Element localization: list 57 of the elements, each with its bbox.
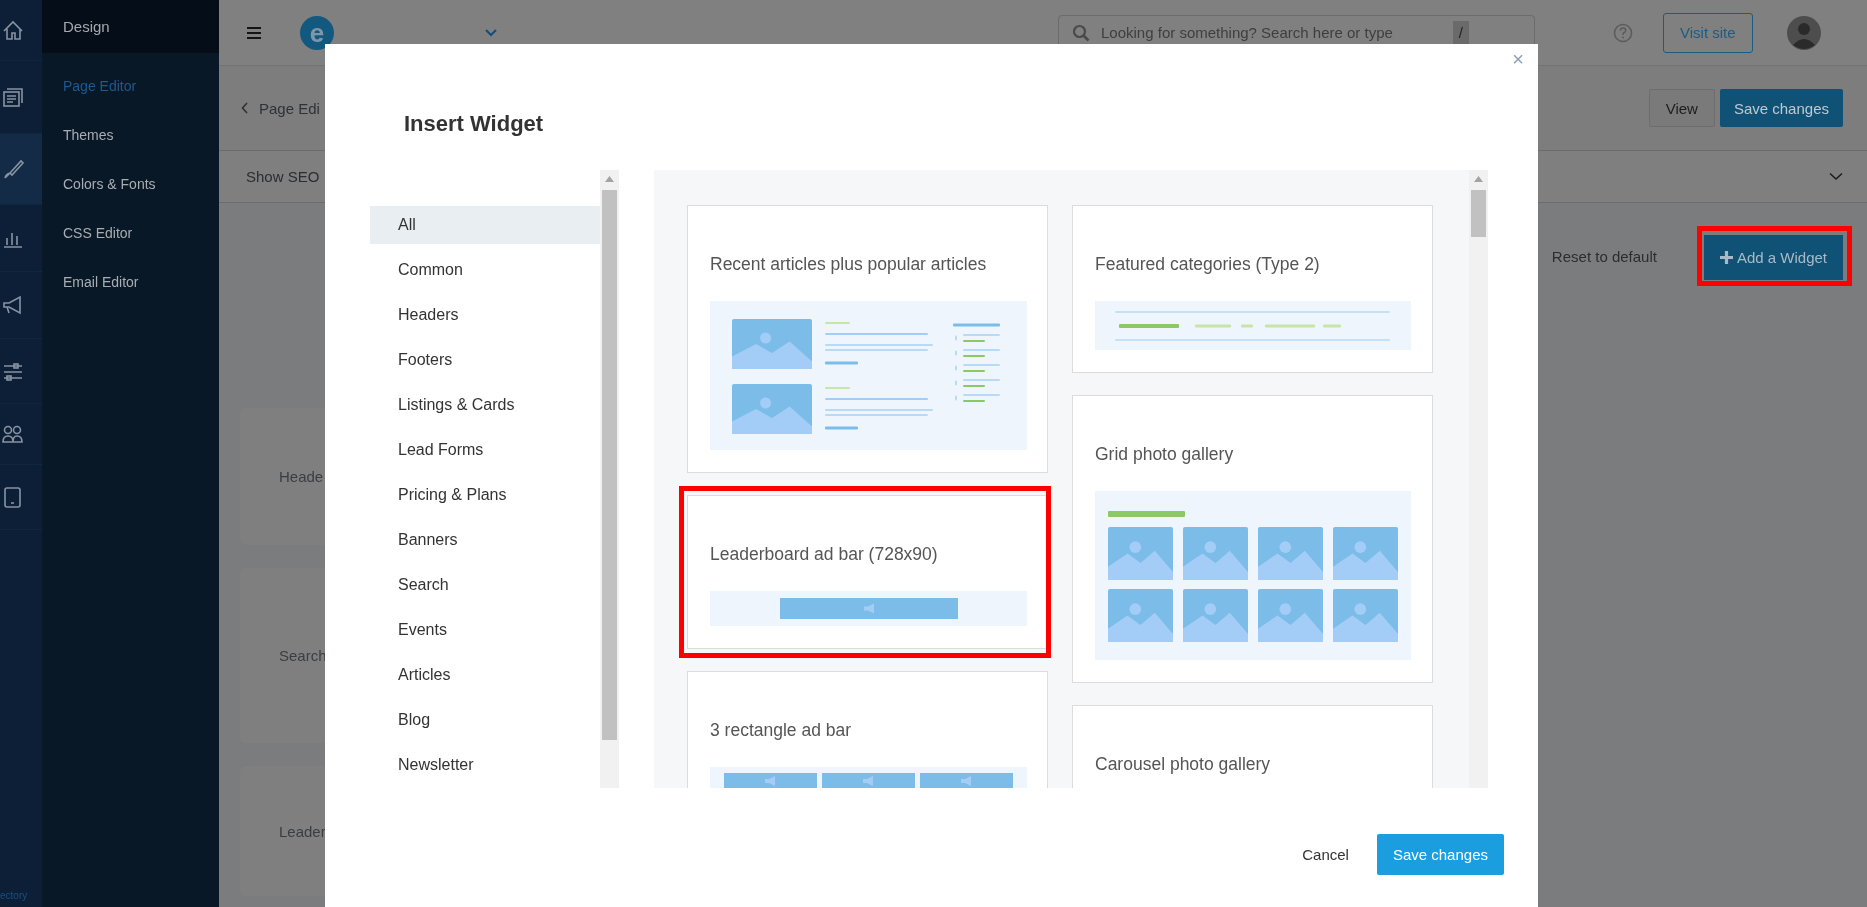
- widget-card[interactable]: Grid photo gallery: [1072, 395, 1433, 683]
- sidebar-item[interactable]: Email Editor: [42, 257, 219, 306]
- widget-title: Featured categories (Type 2): [1095, 253, 1321, 276]
- add-widget-button[interactable]: Add a Widget: [1703, 235, 1843, 280]
- rail-footer-text: ectory: [0, 890, 28, 901]
- category-item[interactable]: Blog: [370, 701, 600, 739]
- category-item[interactable]: All: [370, 206, 600, 244]
- widget-card[interactable]: Carousel photo gallery: [1072, 705, 1433, 788]
- megaphone-icon[interactable]: [2, 294, 24, 316]
- widget-card[interactable]: 3 rectangle ad bar: [687, 671, 1048, 788]
- category-item[interactable]: Lead Forms: [370, 431, 600, 469]
- save-changes-button[interactable]: Save changes: [1719, 89, 1843, 127]
- category-item[interactable]: Footers: [370, 341, 600, 379]
- category-item[interactable]: Newsletter: [370, 746, 600, 784]
- sidebar-item[interactable]: Themes: [42, 110, 219, 159]
- category-item[interactable]: Articles: [370, 656, 600, 694]
- widget-title: Leaderboard ad bar (728x90): [710, 543, 939, 566]
- sidebar-item[interactable]: Colors & Fonts: [42, 159, 219, 208]
- category-item[interactable]: Headers: [370, 296, 600, 334]
- tablet-icon[interactable]: [2, 486, 24, 508]
- plus-icon: [1719, 251, 1733, 264]
- scroll-up-icon[interactable]: [605, 176, 614, 182]
- category-item[interactable]: Search: [370, 566, 600, 604]
- category-item[interactable]: Pricing & Plans: [370, 476, 600, 514]
- scroll-up-icon[interactable]: [1474, 176, 1483, 182]
- widget-title: Grid photo gallery: [1095, 443, 1235, 466]
- widget-title: 3 rectangle ad bar: [710, 719, 853, 742]
- category-item[interactable]: Events: [370, 611, 600, 649]
- view-button[interactable]: View: [1648, 89, 1715, 127]
- chevron-down-icon[interactable]: [484, 27, 498, 38]
- menu-icon[interactable]: [246, 25, 262, 40]
- sliders-icon[interactable]: [2, 360, 24, 382]
- chevron-down-icon[interactable]: [1829, 172, 1843, 181]
- scrollbar[interactable]: [600, 170, 619, 788]
- widget-card[interactable]: Featured categories (Type 2): [1072, 205, 1433, 373]
- scrollbar-thumb[interactable]: [1471, 190, 1486, 237]
- back-icon[interactable]: [241, 102, 249, 114]
- seo-toggle-label: Show SEO: [246, 168, 320, 185]
- scrollbar[interactable]: [1469, 170, 1488, 788]
- brush-icon[interactable]: [2, 158, 24, 180]
- scrollbar-thumb[interactable]: [602, 190, 617, 740]
- documents-icon[interactable]: [2, 86, 24, 108]
- modal-title: Insert Widget: [404, 110, 544, 138]
- category-item[interactable]: Common: [370, 251, 600, 289]
- widget-card[interactable]: Recent articles plus popular articles: [687, 205, 1048, 473]
- category-item[interactable]: Listings & Cards: [370, 386, 600, 424]
- users-icon[interactable]: [2, 423, 24, 445]
- category-item[interactable]: Banners: [370, 521, 600, 559]
- avatar[interactable]: [1786, 15, 1821, 50]
- cancel-button[interactable]: Cancel: [1302, 846, 1349, 863]
- widget-card[interactable]: Leaderboard ad bar (728x90): [687, 495, 1048, 649]
- widget-title: Recent articles plus popular articles: [710, 253, 988, 276]
- widget-title: Carousel photo gallery: [1095, 753, 1272, 776]
- search-icon: [1072, 23, 1090, 42]
- home-icon[interactable]: [2, 19, 24, 41]
- sidebar-heading: Design: [42, 0, 219, 53]
- sidebar-item[interactable]: CSS Editor: [42, 208, 219, 257]
